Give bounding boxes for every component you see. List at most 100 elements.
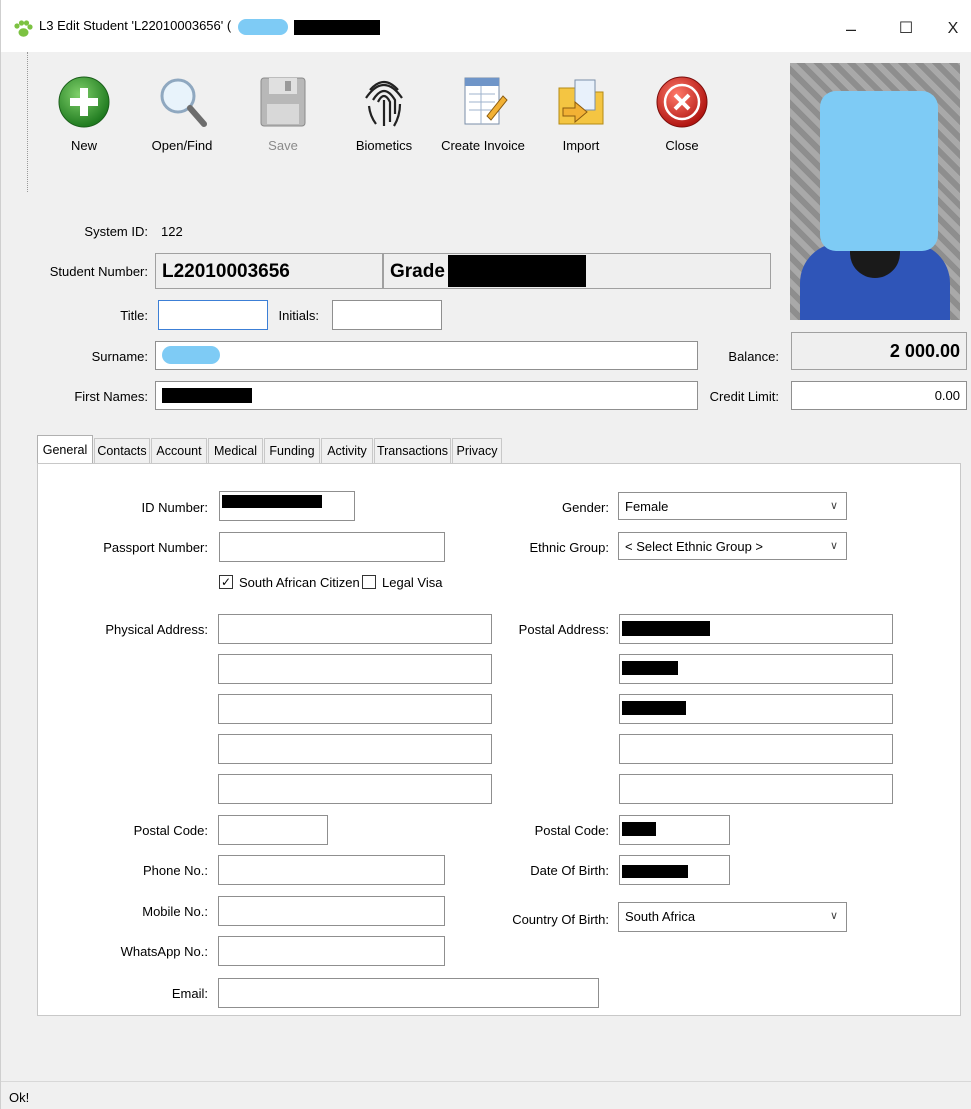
tab-account[interactable]: Account <box>151 438 207 464</box>
gender-label: Gender: <box>562 500 609 515</box>
tab-medical[interactable]: Medical <box>208 438 263 464</box>
country-of-birth-label: Country Of Birth: <box>512 912 609 927</box>
fingerprint-icon <box>365 80 403 127</box>
status-bar: Ok! <box>1 1081 971 1109</box>
open-find-button[interactable]: Open/Find <box>144 70 220 178</box>
credit-limit-input[interactable]: 0.00 <box>791 381 967 410</box>
import-icon <box>558 79 604 125</box>
phone-number-input[interactable] <box>218 855 445 885</box>
first-names-input[interactable] <box>155 381 698 410</box>
postal-address-line-2[interactable] <box>619 654 893 684</box>
mobile-number-input[interactable] <box>218 896 445 926</box>
window-close-button[interactable]: X <box>933 14 971 44</box>
phone-number-label: Phone No.: <box>142 863 208 878</box>
balance-value: 2 000.00 <box>889 341 960 361</box>
import-label: Import <box>562 138 600 153</box>
physical-address-line-1[interactable] <box>218 614 492 644</box>
tab-contacts[interactable]: Contacts <box>94 438 150 464</box>
ethnic-group-select[interactable]: < Select Ethnic Group > ∨ <box>618 532 847 560</box>
gender-select[interactable]: Female ∨ <box>618 492 847 520</box>
close-label: Close <box>665 138 699 153</box>
plus-icon <box>58 76 110 128</box>
create-invoice-button[interactable]: Create Invoice <box>438 70 528 178</box>
edit-student-window: L3 Edit Student 'L22010003656' ( – ☐ X N… <box>0 0 971 1109</box>
ethnic-group-value: < Select Ethnic Group > <box>625 539 764 554</box>
country-of-birth-select[interactable]: South Africa ∨ <box>618 902 847 932</box>
redacted-name-blur <box>238 19 288 35</box>
tab-privacy[interactable]: Privacy <box>452 438 502 464</box>
gender-value: Female <box>625 499 669 514</box>
date-of-birth-label: Date Of Birth: <box>530 863 609 878</box>
first-names-label: First Names: <box>74 389 148 404</box>
student-number-label: Student Number: <box>49 264 148 279</box>
postal-code-input[interactable] <box>218 815 328 845</box>
postal-code-2-input[interactable] <box>619 815 730 845</box>
passport-number-input[interactable] <box>219 532 445 562</box>
physical-address-line-2[interactable] <box>218 654 492 684</box>
tab-transactions[interactable]: Transactions <box>374 438 451 464</box>
floppy-disk-icon <box>260 77 306 127</box>
tab-activity[interactable]: Activity <box>321 438 373 464</box>
grade-label: Grade <box>390 261 445 282</box>
legal-visa-label: Legal Visa <box>382 575 443 590</box>
student-photo[interactable] <box>790 63 960 320</box>
id-number-input[interactable] <box>219 491 355 521</box>
tab-general[interactable]: General <box>37 435 93 465</box>
physical-address-line-3[interactable] <box>218 694 492 724</box>
import-button[interactable]: Import <box>550 70 612 178</box>
postal-code-label: Postal Code: <box>133 823 208 838</box>
new-label: New <box>70 138 97 153</box>
country-of-birth-value: South Africa <box>625 909 696 924</box>
physical-address-line-4[interactable] <box>218 734 492 764</box>
maximize-button[interactable]: ☐ <box>886 14 926 44</box>
passport-number-label: Passport Number: <box>103 540 208 555</box>
initials-input[interactable] <box>332 300 442 330</box>
redacted-date-of-birth <box>622 865 688 878</box>
window-title: L3 Edit Student 'L22010003656' ( <box>39 18 232 33</box>
surname-label: Surname: <box>91 349 148 364</box>
balance-field: 2 000.00 <box>791 332 967 370</box>
south-african-citizen-checkbox[interactable]: ✓ <box>219 575 233 589</box>
redacted-postal-line-2 <box>622 661 678 675</box>
postal-code-2-label: Postal Code: <box>534 823 609 838</box>
postal-address-line-1[interactable] <box>619 614 893 644</box>
biometics-button[interactable]: Biometics <box>347 70 421 178</box>
tab-funding[interactable]: Funding <box>264 438 320 464</box>
close-icon <box>656 76 708 128</box>
whatsapp-number-input[interactable] <box>218 936 445 966</box>
surname-input[interactable] <box>155 341 698 370</box>
redacted-postal-line-3 <box>622 701 686 715</box>
minimize-button[interactable]: – <box>831 14 871 44</box>
redacted-id-number <box>222 495 322 508</box>
redacted-first-names <box>162 388 252 403</box>
photo-face-blur <box>820 91 938 251</box>
student-number-field: L22010003656 <box>155 253 383 289</box>
date-of-birth-input[interactable] <box>619 855 730 885</box>
student-number-value: L22010003656 <box>162 261 290 282</box>
redacted-postal-line-1 <box>622 621 710 636</box>
new-button[interactable]: New <box>54 70 114 178</box>
credit-limit-value: 0.00 <box>934 388 960 403</box>
physical-address-line-5[interactable] <box>218 774 492 804</box>
physical-address-label: Physical Address: <box>105 622 208 637</box>
redacted-postal-code <box>622 822 656 836</box>
postal-address-line-3[interactable] <box>619 694 893 724</box>
close-button[interactable]: Close <box>652 70 712 178</box>
ethnic-group-label: Ethnic Group: <box>529 540 610 555</box>
title-input[interactable] <box>158 300 268 330</box>
postal-address-line-4[interactable] <box>619 734 893 764</box>
redacted-name <box>294 20 380 35</box>
postal-address-line-5[interactable] <box>619 774 893 804</box>
create-invoice-label: Create Invoice <box>441 138 525 153</box>
open-find-label: Open/Find <box>151 138 213 153</box>
mobile-number-label: Mobile No.: <box>142 904 208 919</box>
redacted-surname-blur <box>162 346 220 364</box>
save-button[interactable]: Save <box>253 70 313 178</box>
magnifier-icon <box>160 78 207 127</box>
email-input[interactable] <box>218 978 599 1008</box>
paw-icon <box>14 20 33 37</box>
legal-visa-checkbox[interactable] <box>362 575 376 589</box>
chevron-down-icon: ∨ <box>829 540 838 552</box>
south-african-citizen-label: South African Citizen <box>239 575 360 590</box>
email-label: Email: <box>171 986 208 1001</box>
